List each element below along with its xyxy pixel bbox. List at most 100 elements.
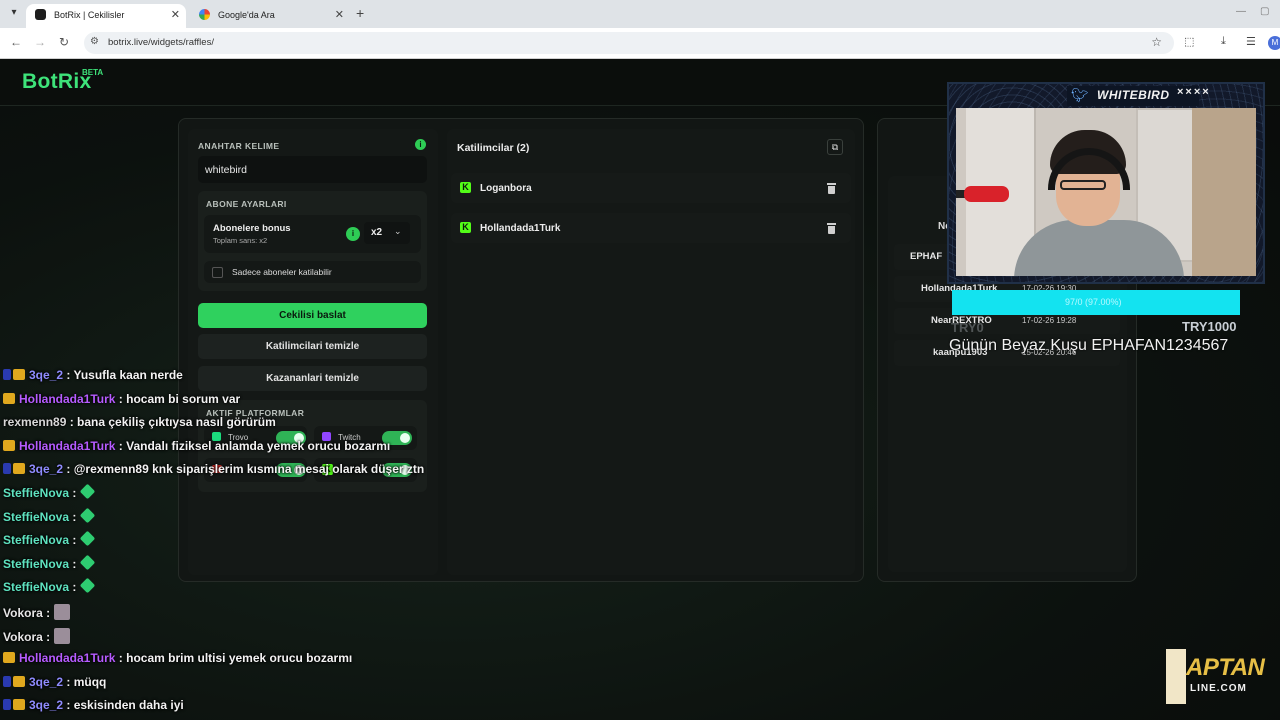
- reload-icon[interactable]: ↻: [59, 35, 69, 49]
- multiplier-select[interactable]: x2 ⌄: [364, 222, 410, 244]
- webcam-video: [956, 108, 1256, 276]
- crown-badge-icon: [13, 675, 25, 687]
- microphone: [964, 186, 1009, 202]
- clear-winners-button[interactable]: Kazananlari temizle: [198, 366, 427, 391]
- winner-name: EPHAF: [910, 251, 943, 262]
- daily-bird-text: Günün Beyaz Kuşu EPHAFAN1234567: [949, 337, 1229, 354]
- chat-text: :: [69, 556, 77, 571]
- chat-username[interactable]: Hollandada1Turk: [19, 651, 115, 665]
- chat-text: :: [69, 509, 77, 524]
- copy-icon[interactable]: ⧉: [827, 139, 843, 155]
- subscriber-badge-icon: [3, 699, 11, 711]
- keyword-input[interactable]: whitebird: [198, 156, 427, 183]
- brand-sub-text: LINE.COM: [1190, 683, 1247, 694]
- chat-username[interactable]: SteffieNova: [3, 557, 69, 571]
- chat-text: : hocam bi sorum var: [115, 391, 241, 406]
- sub-settings-label: ABONE AYARLARI: [206, 199, 287, 209]
- subscriber-badge-icon: [3, 675, 11, 687]
- address-bar-row: ← → ↻ ⚙ botrix.live/widgets/raffles/ ☆ ⬚…: [0, 28, 1280, 59]
- clear-participants-button[interactable]: Katilimcilari temizle: [198, 334, 427, 359]
- chat-text: : müqq: [63, 674, 107, 689]
- download-icon[interactable]: ⤓: [1221, 35, 1226, 48]
- chat-username[interactable]: SteffieNova: [3, 486, 69, 500]
- avatar-emote-icon: [54, 604, 71, 620]
- tab-search-icon[interactable]: ▾: [6, 7, 22, 21]
- site-info-icon[interactable]: ⚙: [90, 36, 99, 47]
- close-tab-icon[interactable]: ✕: [335, 4, 344, 26]
- start-raffle-button[interactable]: Cekilisi baslat: [198, 303, 427, 328]
- chat-message: rexmenn89 : bana çekiliş çıktıysa nasıl …: [3, 415, 276, 435]
- chat-username[interactable]: Vokora: [3, 606, 43, 620]
- chat-message: Hollandada1Turk : Vandalı fiziksel anlam…: [3, 439, 390, 459]
- chat-username[interactable]: Hollandada1Turk: [19, 439, 115, 453]
- chat-username[interactable]: Hollandada1Turk: [19, 392, 115, 406]
- url-text[interactable]: botrix.live/widgets/raffles/: [108, 37, 214, 48]
- trash-icon[interactable]: [827, 183, 836, 194]
- trash-icon[interactable]: [827, 223, 836, 234]
- crown-badge-icon: [3, 392, 15, 404]
- close-tab-icon[interactable]: ✕: [171, 4, 180, 26]
- chat-text: :: [42, 629, 51, 644]
- chat-text: :: [69, 533, 77, 548]
- crown-badge-icon: [3, 652, 15, 664]
- wall: [1192, 108, 1256, 276]
- chat-message: 3qe_2 : @rexmenn89 knk siparişlerim kısm…: [3, 462, 424, 482]
- tab-title: BotRix | Cekilisler: [54, 10, 125, 20]
- chat-text: :: [69, 580, 77, 595]
- chat-username[interactable]: SteffieNova: [3, 580, 69, 594]
- chat-username[interactable]: 3qe_2: [29, 368, 63, 382]
- goal-progress-text: 97/0 (97.00%): [1065, 297, 1122, 307]
- participant-row: K Loganbora: [451, 173, 851, 203]
- google-favicon-icon: [199, 9, 210, 20]
- chat-text: : hocam brim ultisi yemek orucu bozarmı: [115, 651, 353, 666]
- goal-max-label: TRY1000: [1182, 319, 1237, 334]
- chat-message: SteffieNova :: [3, 554, 96, 577]
- info-icon[interactable]: i: [346, 227, 360, 241]
- browser-tab-bar: ▾ BotRix | Cekilisler ✕ Google'da Ara ✕ …: [0, 0, 1280, 28]
- chat-username[interactable]: Vokora: [3, 630, 43, 644]
- chat-username[interactable]: SteffieNova: [3, 533, 69, 547]
- goal-min-label: TRY0: [951, 320, 984, 335]
- chat-message: SteffieNova :: [3, 507, 96, 530]
- chevron-down-icon: ⌄: [394, 226, 402, 236]
- participant-name: Hollandada1Turk: [480, 223, 561, 234]
- chat-message: 3qe_2 : eskisinden daha iyi: [3, 698, 184, 718]
- only-subs-checkbox[interactable]: [212, 267, 223, 278]
- back-icon[interactable]: ←: [10, 35, 22, 49]
- reading-list-icon[interactable]: ☰: [1246, 35, 1256, 48]
- chat-message: SteffieNova :: [3, 530, 96, 553]
- chat-message: SteffieNova :: [3, 483, 96, 506]
- chat-text: :: [69, 486, 77, 500]
- gem-emote-icon: [80, 530, 96, 547]
- new-tab-icon[interactable]: +: [356, 5, 364, 21]
- minimize-icon[interactable]: —: [1236, 6, 1246, 17]
- sub-bonus-title: Abonelere bonus: [213, 223, 291, 234]
- only-subs-row[interactable]: Sadece aboneler katilabilir: [204, 261, 421, 283]
- chat-username[interactable]: 3qe_2: [29, 698, 63, 712]
- sub-bonus-row: Abonelere bonus Toplam sans: x2 i x2 ⌄: [204, 215, 421, 253]
- subscriber-badge-icon: [3, 369, 11, 380]
- info-icon[interactable]: i: [415, 139, 426, 150]
- decorative-x-icons: ××××: [1177, 86, 1211, 98]
- participant-name: Loganbora: [480, 183, 532, 194]
- keyword-label: ANAHTAR KELIME: [198, 141, 280, 151]
- gem-emote-icon: [80, 578, 96, 594]
- chat-username[interactable]: SteffieNova: [3, 510, 69, 524]
- profile-avatar[interactable]: M: [1268, 36, 1280, 50]
- brand-logo-text: APTAN: [1186, 654, 1265, 681]
- webcam-overlay: 🐦︎ WHITEBIRD ××××: [947, 82, 1265, 284]
- subscriber-badge-icon: [3, 463, 11, 475]
- forward-icon[interactable]: →: [34, 35, 46, 49]
- bookmark-star-icon[interactable]: ☆: [1151, 35, 1162, 49]
- extensions-icon[interactable]: ⬚: [1184, 35, 1194, 48]
- kick-icon: K: [460, 182, 471, 193]
- multiplier-value: x2: [371, 227, 383, 238]
- chat-username[interactable]: 3qe_2: [29, 462, 63, 476]
- tab-google[interactable]: Google'da Ara ✕: [190, 4, 350, 28]
- maximize-icon[interactable]: ▢: [1260, 6, 1269, 17]
- participants-title: Katilimcilar (2): [457, 142, 530, 154]
- chat-username[interactable]: 3qe_2: [29, 675, 63, 689]
- tab-botrix[interactable]: BotRix | Cekilisler ✕: [26, 4, 186, 28]
- chat-username[interactable]: rexmenn89: [3, 415, 66, 429]
- omnibox[interactable]: ⚙ botrix.live/widgets/raffles/ ☆: [84, 32, 1174, 54]
